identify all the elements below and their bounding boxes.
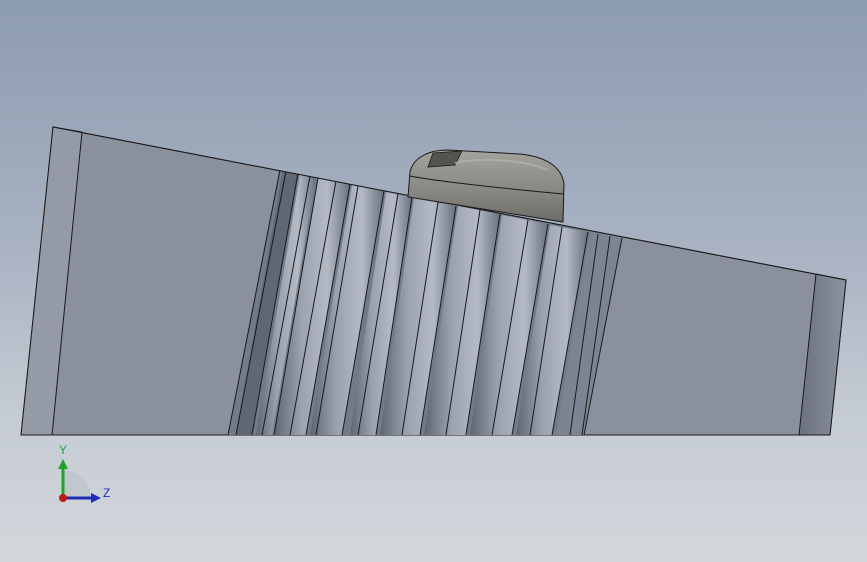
triad-plane-quadrant xyxy=(63,470,91,498)
x-axis-dot-icon xyxy=(59,494,67,502)
y-axis-arrowhead xyxy=(58,459,68,469)
y-axis-label: Y xyxy=(59,443,67,457)
coordinate-triad[interactable]: Y Z xyxy=(40,440,120,510)
z-axis-label: Z xyxy=(103,486,110,500)
z-axis-arrowhead xyxy=(91,493,101,503)
3d-viewport[interactable]: Y Z xyxy=(0,0,867,562)
cad-model[interactable] xyxy=(0,0,867,562)
